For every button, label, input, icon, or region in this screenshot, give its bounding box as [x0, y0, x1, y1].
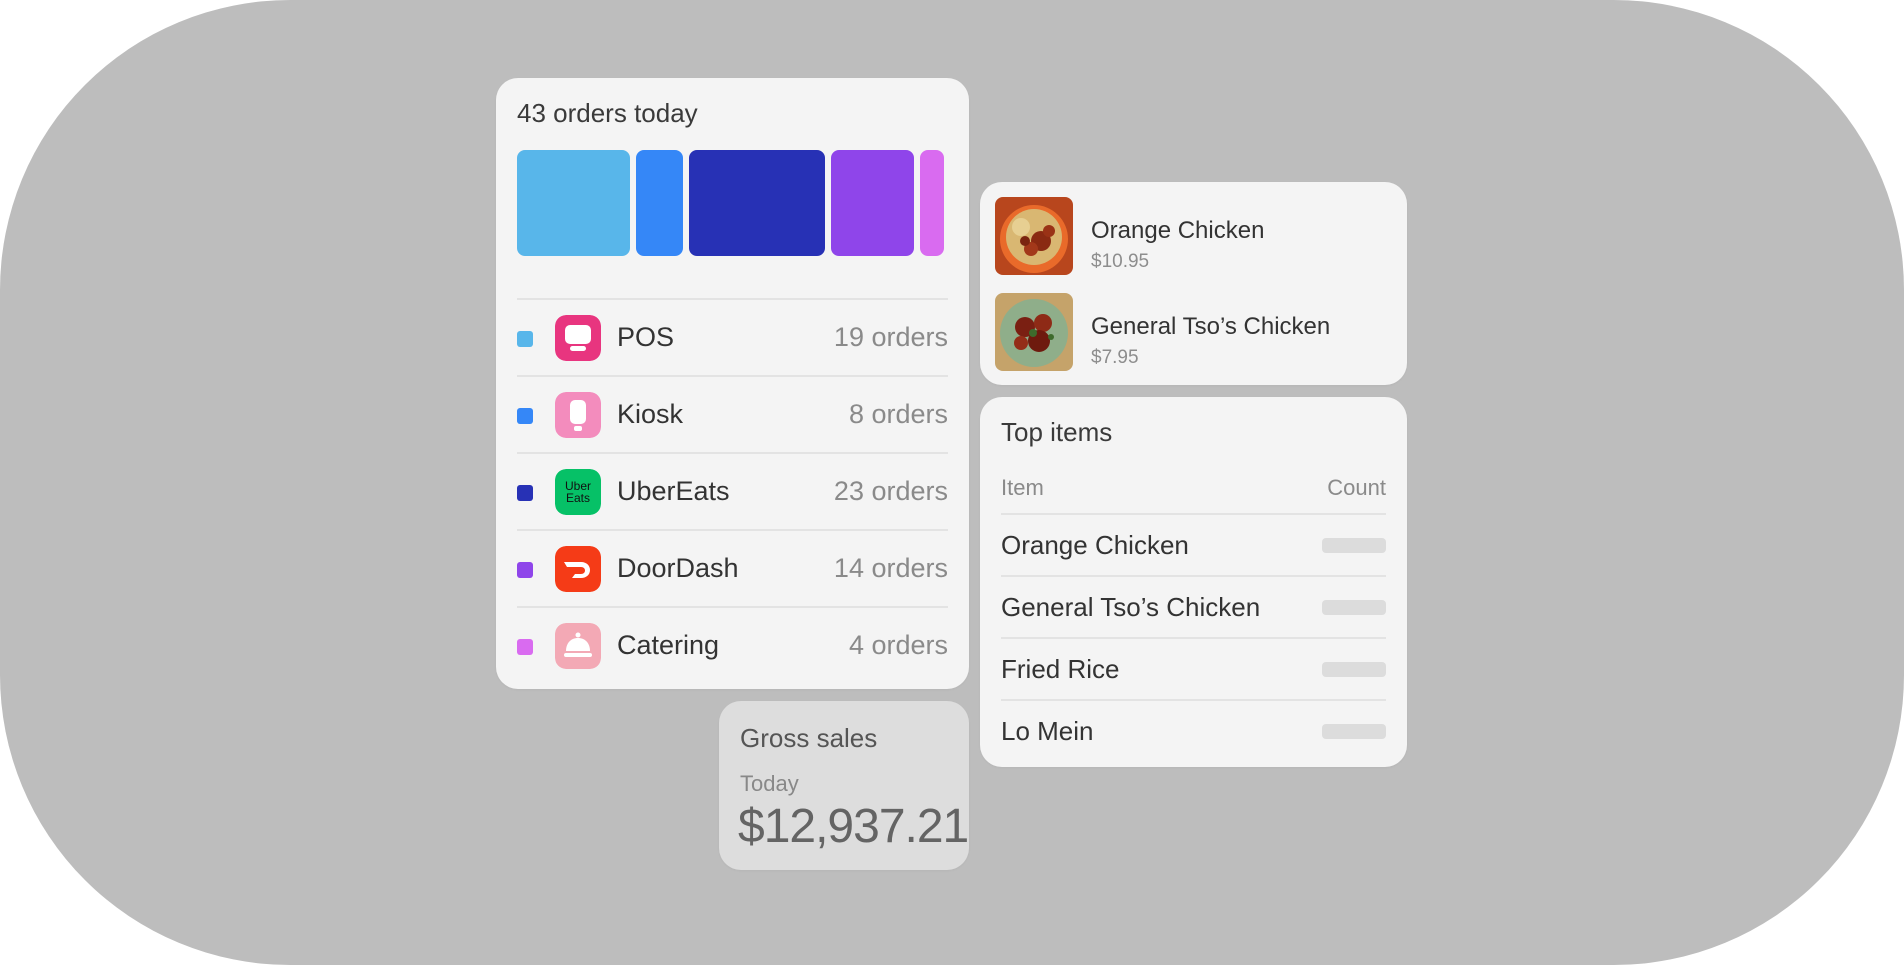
gross-sales-card: Gross sales Today $12,937.21 [719, 701, 969, 870]
pos-terminal-icon [555, 315, 601, 361]
orders-distribution-bar [517, 150, 944, 256]
gross-sales-title: Gross sales [740, 723, 878, 753]
orders-today-card: 43 orders today POS 19 orders Kiosk 8 or… [496, 78, 969, 689]
gross-sales-period: Today [740, 771, 799, 796]
table-row[interactable]: Lo Mein [1001, 701, 1386, 763]
count-placeholder [1322, 724, 1386, 739]
bar-segment-ubereats [689, 150, 826, 256]
bar-segment-pos [517, 150, 630, 256]
channel-count: 8 orders [848, 399, 948, 429]
channel-list: POS 19 orders Kiosk 8 orders Uber Eats U… [517, 298, 948, 683]
menu-item-name: Orange Chicken [1091, 217, 1265, 244]
channel-row-catering[interactable]: Catering 4 orders [517, 606, 948, 683]
channel-name: POS [617, 322, 675, 352]
menu-item-price: $7.95 [1091, 347, 1139, 368]
channel-name: DoorDash [617, 553, 739, 583]
ubereats-logo-text-2: Eats [566, 491, 590, 505]
top-items-card: Top items Item Count Orange Chicken Gene… [980, 397, 1407, 767]
channel-count: 4 orders [848, 630, 948, 660]
catering-cloche-icon [555, 623, 601, 669]
doordash-logo-icon [555, 546, 601, 592]
bar-segment-kiosk [635, 150, 683, 256]
legend-dot-pos [517, 331, 533, 347]
channel-row-kiosk[interactable]: Kiosk 8 orders [517, 375, 948, 452]
table-row[interactable]: Fried Rice [1001, 639, 1386, 701]
background-stage: 43 orders today POS 19 orders Kiosk 8 or… [0, 0, 1904, 965]
channel-name: UberEats [617, 476, 730, 506]
ubereats-logo-icon: Uber Eats [555, 469, 601, 515]
menu-item-name: General Tso’s Chicken [1091, 313, 1331, 340]
general-tsos-chicken-photo [995, 293, 1073, 371]
top-items-header: Item Count [1001, 475, 1386, 515]
channel-name: Kiosk [617, 399, 684, 429]
menu-item-price: $10.95 [1091, 251, 1150, 272]
bar-segment-doordash [831, 150, 915, 256]
top-items-table: Orange Chicken General Tso’s Chicken Fri… [1001, 515, 1386, 763]
channel-row-doordash[interactable]: DoorDash 14 orders [517, 529, 948, 606]
item-name: General Tso’s Chicken [1001, 592, 1261, 622]
channel-row-ubereats[interactable]: Uber Eats UberEats 23 orders [517, 452, 948, 529]
orange-chicken-photo [995, 197, 1073, 275]
item-name: Lo Mein [1001, 716, 1094, 746]
bar-segment-catering [920, 150, 944, 256]
count-placeholder [1322, 600, 1386, 615]
menu-items-card: Orange Chicken $10.95 General Tso’s Chic… [980, 182, 1407, 385]
channel-count: 19 orders [833, 322, 948, 352]
item-name: Fried Rice [1001, 654, 1120, 684]
channel-count: 23 orders [833, 476, 948, 506]
channel-name: Catering [617, 630, 720, 660]
item-name: Orange Chicken [1001, 530, 1189, 560]
table-row[interactable]: General Tso’s Chicken [1001, 577, 1386, 639]
legend-dot-ubereats [517, 485, 533, 501]
top-items-title: Top items [1001, 417, 1113, 447]
legend-dot-doordash [517, 562, 533, 578]
column-header-item: Item [1001, 475, 1044, 500]
count-placeholder [1322, 662, 1386, 677]
gross-sales-amount: $12,937.21 [738, 800, 969, 853]
orders-title: 43 orders today [517, 98, 698, 128]
channel-row-pos[interactable]: POS 19 orders [517, 298, 948, 375]
count-placeholder [1322, 538, 1386, 553]
channel-count: 14 orders [833, 553, 948, 583]
kiosk-icon [555, 392, 601, 438]
menu-item-general-tsos-chicken[interactable]: General Tso’s Chicken $7.95 [995, 293, 1395, 371]
legend-dot-catering [517, 639, 533, 655]
legend-dot-kiosk [517, 408, 533, 424]
column-header-count: Count [1327, 475, 1386, 500]
table-row[interactable]: Orange Chicken [1001, 515, 1386, 577]
menu-item-orange-chicken[interactable]: Orange Chicken $10.95 [995, 197, 1395, 275]
